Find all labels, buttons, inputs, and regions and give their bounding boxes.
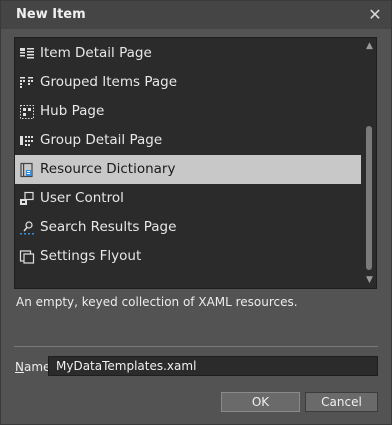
list-item-search-results-page[interactable]: Search Results Page [15, 213, 361, 242]
list-item-grouped-items-page[interactable]: Grouped Items Page [15, 68, 361, 97]
cancel-button[interactable]: Cancel [305, 392, 378, 412]
list-item-settings-flyout[interactable]: Settings Flyout [15, 242, 361, 271]
group-detail-page-icon [19, 133, 35, 149]
list-item-hub-page[interactable]: Hub Page [15, 97, 361, 126]
list-item-label: Grouped Items Page [40, 74, 178, 90]
list-item-label: Resource Dictionary [40, 161, 176, 177]
list-item-label: Group Detail Page [40, 132, 163, 148]
new-item-dialog: New Item ✕ Item Detail Page Grouped Item… [0, 0, 392, 425]
list-item-user-control[interactable]: User Control [15, 184, 361, 213]
list-item-label: Item Detail Page [40, 45, 152, 61]
list-item-item-detail-page[interactable]: Item Detail Page [15, 39, 361, 68]
list-item-label: Search Results Page [40, 219, 177, 235]
list-item-group-detail-page[interactable]: Group Detail Page [15, 126, 361, 155]
scroll-up-arrow-icon[interactable]: ▲ [363, 39, 376, 53]
list-scrollbar[interactable]: ▲ ▼ [363, 38, 376, 288]
item-detail-page-icon [19, 46, 35, 62]
user-control-icon [19, 191, 35, 207]
list-item-label: User Control [40, 190, 124, 206]
scroll-down-arrow-icon[interactable]: ▼ [363, 273, 376, 287]
list-item-label: Settings Flyout [40, 248, 142, 264]
name-label: Name [15, 360, 50, 374]
divider [14, 346, 378, 347]
list-item-label: Hub Page [40, 103, 105, 119]
search-results-page-icon [19, 220, 35, 236]
close-button[interactable]: ✕ [365, 5, 385, 25]
title-bar: New Item ✕ [1, 1, 391, 29]
template-list[interactable]: Item Detail Page Grouped Items Page Hub … [14, 37, 377, 289]
resource-dictionary-icon [19, 162, 35, 178]
settings-flyout-icon [19, 249, 35, 265]
dialog-title: New Item [16, 7, 86, 22]
hub-page-icon [19, 104, 35, 120]
name-label-rest: ame [23, 360, 51, 374]
name-input[interactable] [48, 356, 378, 376]
name-label-mnemonic: N [15, 360, 24, 374]
grouped-items-page-icon [19, 75, 35, 91]
template-description: An empty, keyed collection of XAML resou… [16, 295, 298, 309]
scroll-thumb[interactable] [366, 126, 372, 270]
list-item-resource-dictionary[interactable]: Resource Dictionary [15, 155, 361, 184]
ok-button[interactable]: OK [221, 392, 300, 412]
